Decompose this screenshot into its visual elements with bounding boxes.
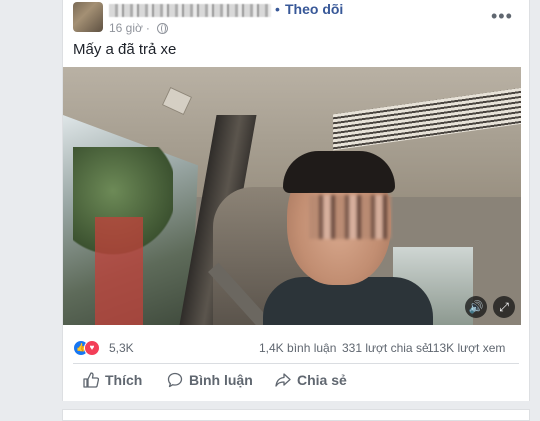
video-player[interactable]: 🔊 ⤢ <box>63 67 521 325</box>
share-label: Chia sẻ <box>297 372 347 388</box>
video-frame-hair <box>283 151 395 193</box>
share-button[interactable]: Chia sẻ <box>275 371 347 389</box>
shares-count-link[interactable]: 331 lượt chia sẻ <box>342 341 429 355</box>
author-name-blurred[interactable] <box>109 4 271 17</box>
love-reaction-icon: ♥ <box>84 340 100 356</box>
video-frame-building <box>95 217 143 325</box>
timestamp-text: 16 giờ <box>109 21 143 35</box>
more-options-button[interactable]: ••• <box>491 6 513 27</box>
follow-button[interactable]: Theo dõi <box>285 1 343 17</box>
post-caption: Mấy a đã trả xe <box>73 41 177 58</box>
comments-count-link[interactable]: 1,4K bình luận <box>259 341 336 355</box>
next-post-card <box>62 409 530 421</box>
video-frame-face-blur <box>309 195 391 239</box>
author-avatar[interactable] <box>73 2 103 32</box>
like-button[interactable]: Thích <box>83 371 142 389</box>
post-timestamp[interactable]: 16 giờ · <box>109 21 153 35</box>
globe-icon <box>157 23 168 34</box>
share-icon <box>275 372 291 388</box>
comment-icon <box>167 372 183 388</box>
reaction-count: 5,3K <box>109 341 134 355</box>
fullscreen-icon[interactable]: ⤢ <box>493 296 515 318</box>
follow-separator: • <box>275 1 280 17</box>
post-card: • Theo dõi 16 giờ · ••• Mấy a đã trả xe 🔊… <box>62 0 530 401</box>
thumbs-up-icon <box>83 372 99 388</box>
like-label: Thích <box>105 372 143 388</box>
views-count: 113K lượt xem <box>427 341 506 355</box>
timestamp-separator: · <box>145 21 150 35</box>
volume-icon[interactable]: 🔊 <box>465 296 487 318</box>
comment-button[interactable]: Bình luận <box>167 371 253 389</box>
comment-label: Bình luận <box>189 372 253 388</box>
action-divider <box>73 363 519 364</box>
